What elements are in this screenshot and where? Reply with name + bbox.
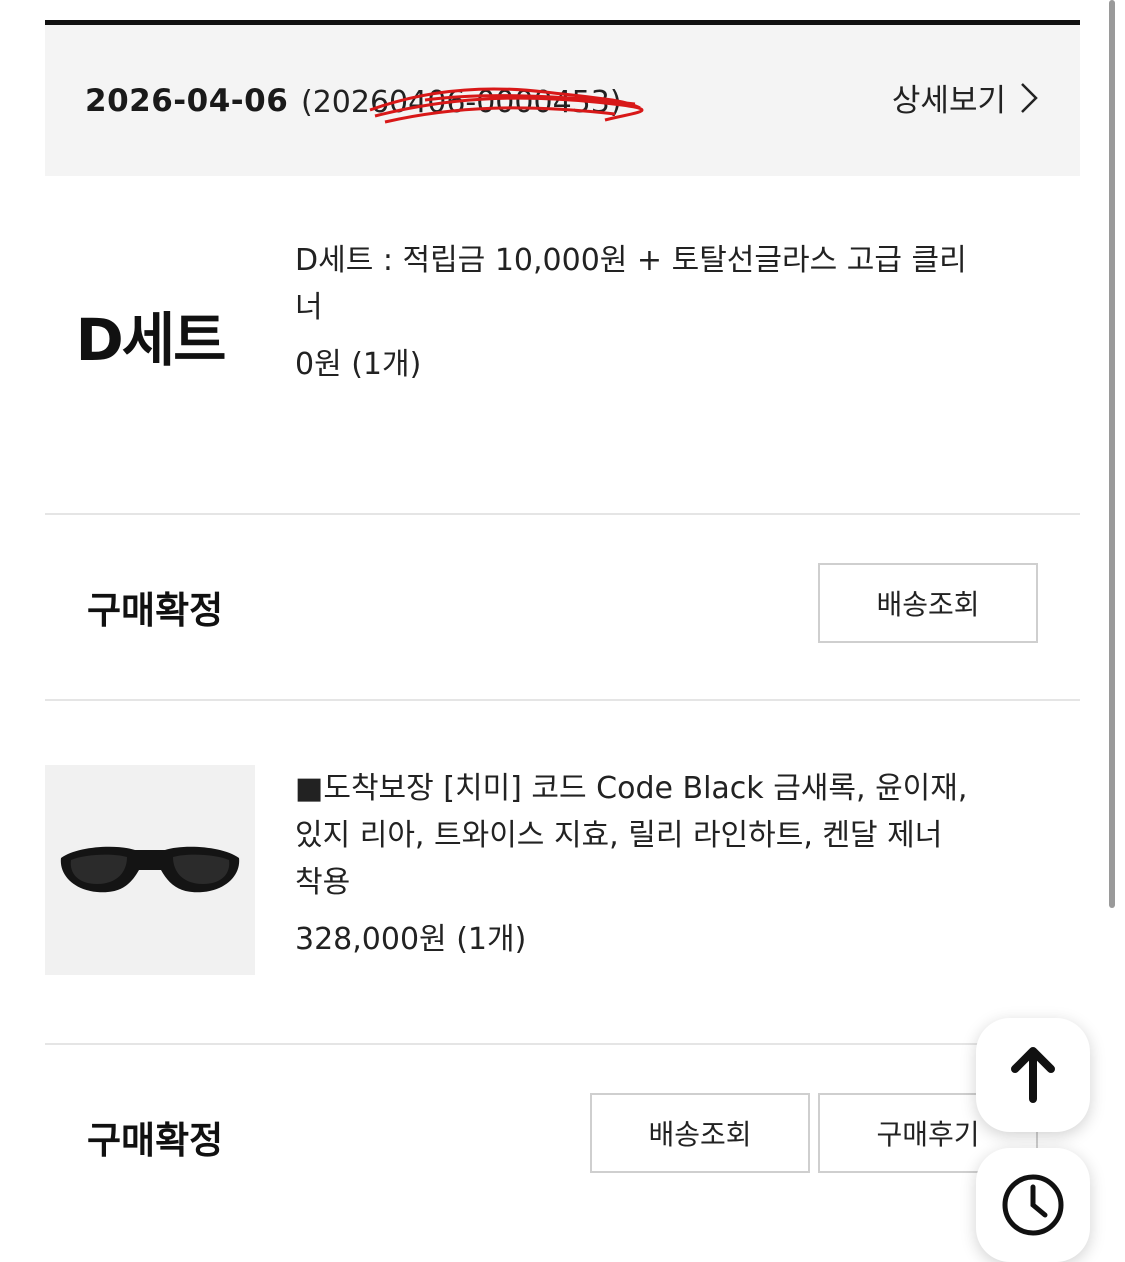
track-delivery-button[interactable]: 배송조회 xyxy=(818,563,1038,643)
thumbnail-label: D세트 xyxy=(75,306,227,374)
product-thumbnail[interactable] xyxy=(45,765,255,975)
product-info: ■도착보장 [치미] 코드 Code Black 금새록, 윤이재, 있지 리아… xyxy=(295,765,975,963)
track-delivery-button[interactable]: 배송조회 xyxy=(590,1093,810,1173)
divider xyxy=(45,513,1080,515)
recent-items-button[interactable] xyxy=(976,1148,1090,1262)
product-price: 0원 (1개) xyxy=(295,347,422,382)
product-price: 328,000원 (1개) xyxy=(295,922,527,957)
product-thumbnail[interactable]: D세트 xyxy=(45,230,255,440)
scroll-top-button[interactable] xyxy=(976,1018,1090,1132)
order-status: 구매확정 xyxy=(87,1119,224,1162)
order-header: 2026-04-06 (20260406-0000453) 상세보기 xyxy=(45,25,1080,176)
product-info: D세트 : 적립금 10,000원 + 토탈선글라스 고급 클리너 0원 (1개… xyxy=(295,237,975,388)
detail-link-label: 상세보기 xyxy=(891,83,1006,119)
product-title[interactable]: D세트 : 적립금 10,000원 + 토탈선글라스 고급 클리너 xyxy=(295,237,975,331)
redaction-scribble xyxy=(369,87,644,124)
chevron-right-icon xyxy=(1021,82,1038,113)
order-item: D세트 D세트 : 적립금 10,000원 + 토탈선글라스 고급 클리너 0원… xyxy=(45,230,1080,470)
clock-icon xyxy=(1002,1174,1064,1236)
arrow-up-icon xyxy=(1011,1047,1055,1103)
divider xyxy=(45,1043,1080,1045)
product-title[interactable]: ■도착보장 [치미] 코드 Code Black 금새록, 윤이재, 있지 리아… xyxy=(295,765,975,906)
scrollbar[interactable] xyxy=(1109,0,1115,908)
order-date: 2026-04-06 xyxy=(85,83,289,119)
order-item: ■도착보장 [치미] 코드 Code Black 금새록, 윤이재, 있지 리아… xyxy=(45,765,1080,985)
sunglasses-image xyxy=(60,846,240,893)
order-status: 구매확정 xyxy=(87,589,224,632)
detail-link[interactable]: 상세보기 xyxy=(892,75,1038,120)
divider xyxy=(45,699,1080,701)
